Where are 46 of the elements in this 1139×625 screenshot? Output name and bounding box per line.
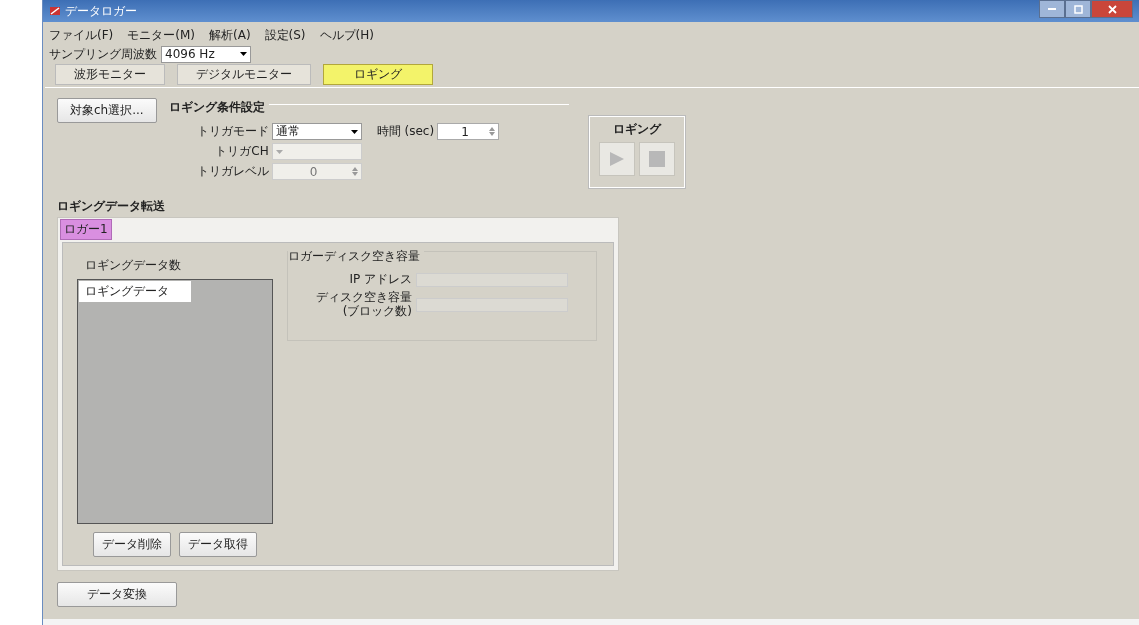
field-label: IP アドレス	[348, 273, 412, 287]
group-title: ロギング	[612, 121, 661, 138]
convert-button[interactable]: データ変換	[57, 582, 177, 607]
menu-item[interactable]: ファイル(F)	[49, 26, 114, 44]
window-title: データロガー	[65, 2, 137, 20]
maximize-button[interactable]	[1065, 0, 1091, 18]
list-box[interactable]: ロギングデータ	[77, 279, 273, 524]
group-title: ロガーディスク空き容量	[288, 248, 424, 265]
minimize-icon	[1048, 8, 1056, 10]
field-label: トリガモード	[195, 123, 269, 140]
spinner-arrows-icon	[489, 127, 496, 136]
action-button[interactable]: データ削除	[93, 532, 171, 557]
tab[interactable]: ロギング	[323, 64, 433, 85]
column-header[interactable]: ロギングデータ	[79, 281, 191, 302]
dropdown-arrow-icon	[240, 52, 247, 56]
app-icon	[49, 5, 61, 17]
group-title: ロギング条件設定	[168, 99, 269, 116]
spin-field: 0	[271, 163, 362, 180]
spinner-arrows-icon	[351, 167, 358, 176]
field-label: トリガレベル	[195, 163, 269, 180]
play-icon	[607, 150, 626, 168]
action-button[interactable]: データ取得	[179, 532, 257, 557]
close-icon	[1107, 4, 1117, 14]
maximize-icon	[1073, 4, 1083, 14]
minimize-button[interactable]	[1039, 0, 1065, 18]
field-label: トリガCH	[214, 143, 269, 160]
tab[interactable]: デジタルモニター	[177, 64, 311, 85]
tab[interactable]: 波形モニター	[55, 64, 165, 85]
section-title: ロギングデータ転送	[57, 198, 166, 215]
field-label: ディスク空き容量 (ブロック数)	[315, 291, 412, 319]
dropdown[interactable]: 通常	[271, 123, 362, 140]
menu-item[interactable]: 設定(S)	[264, 26, 306, 44]
dropdown-arrow-icon	[350, 129, 358, 134]
menu-item[interactable]: モニター(M)	[127, 26, 195, 44]
field-label: 時間 (sec)	[376, 123, 435, 140]
select-channels-button[interactable]: 対象ch選択...	[57, 98, 157, 123]
spin-field[interactable]: 1	[437, 123, 500, 140]
count-label: ロギングデータ数	[85, 257, 182, 274]
sampling-label: サンプリング周波数	[49, 45, 157, 63]
sampling-dropdown[interactable]: 4096 Hz	[161, 45, 251, 63]
close-button[interactable]	[1091, 0, 1133, 18]
tab[interactable]: ロガー1	[60, 218, 112, 240]
stop-icon	[647, 150, 666, 168]
dropdown-arrow-icon	[275, 149, 283, 154]
menu-item[interactable]: 解析(A)	[209, 26, 251, 44]
menu-item[interactable]: ヘルプ(H)	[319, 26, 374, 44]
